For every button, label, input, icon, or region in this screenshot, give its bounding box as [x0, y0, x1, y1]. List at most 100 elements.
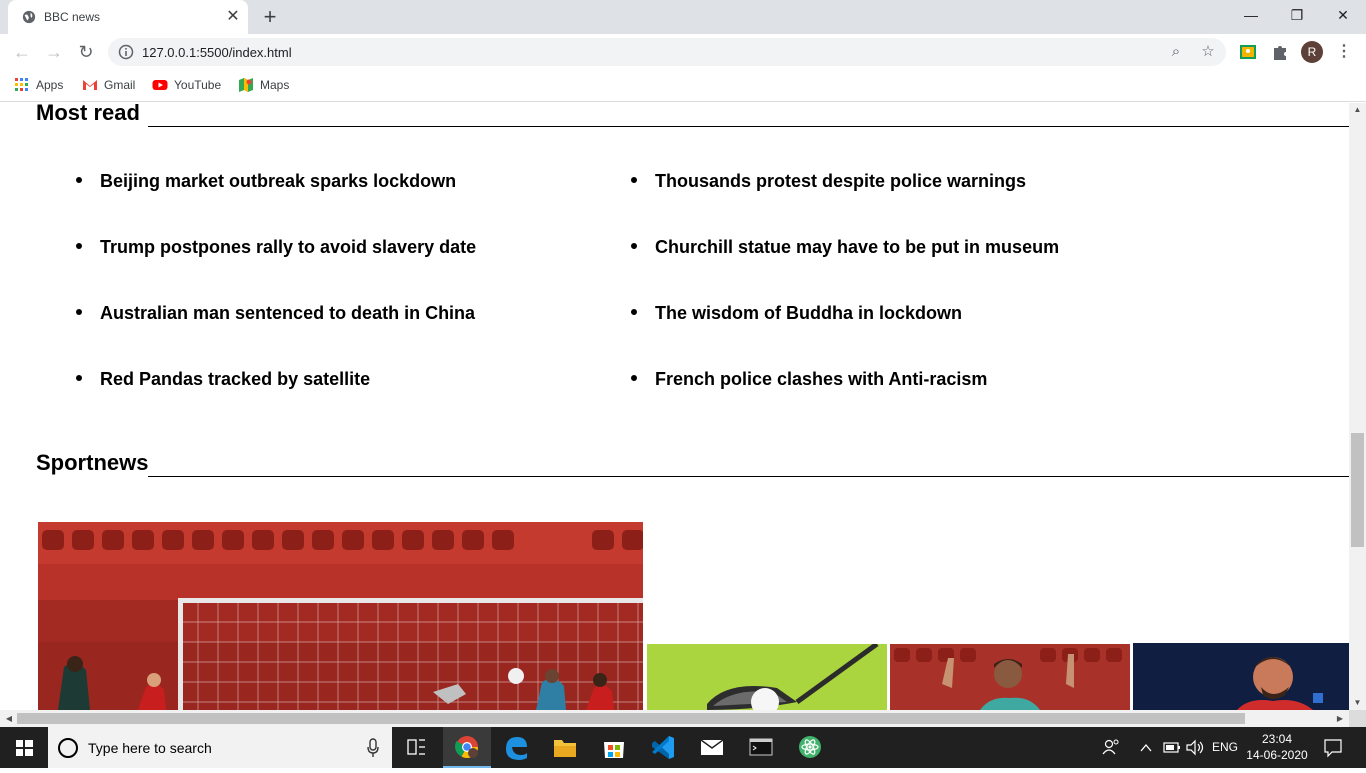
list-item[interactable]: Beijing market outbreak sparks lockdown	[76, 171, 456, 192]
bullet	[76, 243, 82, 250]
bookmark-gmail[interactable]: Gmail	[82, 77, 135, 95]
chrome-taskbar-app[interactable]	[443, 727, 491, 768]
headline-text: Red Pandas tracked by satellite	[100, 369, 371, 389]
horizontal-scroll-thumb[interactable]	[17, 713, 1245, 724]
most-read-divider	[148, 126, 1349, 127]
goalkeeper-photo[interactable]	[1133, 643, 1349, 710]
terminal-icon[interactable]	[737, 727, 785, 768]
headline-text: Beijing market outbreak sparks lockdown	[100, 171, 457, 191]
bookmark-label: Gmail	[104, 78, 136, 92]
chevron-up-icon[interactable]	[1138, 727, 1154, 768]
atom-icon[interactable]	[786, 727, 834, 768]
scroll-down-arrow-icon[interactable]: ▼	[1349, 696, 1366, 710]
bullet	[631, 243, 637, 250]
microsoft-store-icon[interactable]	[590, 727, 638, 768]
list-item[interactable]: Thousands protest despite police warning…	[631, 171, 1026, 192]
language-indicator[interactable]: ENG	[1212, 727, 1238, 768]
extensions-puzzle-icon[interactable]	[1270, 42, 1290, 62]
bullet	[631, 375, 637, 382]
most-read-heading: Most read	[36, 103, 140, 125]
vscode-icon[interactable]	[639, 727, 687, 768]
horizontal-scrollbar[interactable]: ◀ ▶	[0, 710, 1349, 727]
bullet	[76, 375, 82, 382]
reload-button[interactable]: ↻	[72, 38, 100, 66]
vertical-scroll-thumb[interactable]	[1351, 433, 1364, 547]
chrome-menu-icon[interactable]: ⋮	[1334, 42, 1354, 62]
close-tab-icon[interactable]: ✕	[224, 8, 242, 26]
minimize-button[interactable]: —	[1228, 4, 1274, 28]
sportnews-divider	[148, 476, 1349, 477]
headline-text: French police clashes with Anti-racism	[655, 369, 988, 389]
classroom-extension-icon[interactable]	[1238, 42, 1258, 62]
bullet	[76, 177, 82, 184]
restore-button[interactable]: ❐	[1274, 4, 1320, 28]
list-item[interactable]: French police clashes with Anti-racism	[631, 369, 987, 390]
notification-center-icon[interactable]	[1322, 727, 1344, 768]
windows-taskbar: Type here to search ENG 23:04 14-06-2020	[0, 727, 1366, 768]
browser-toolbar: ← → ↻ 127.0.0.1:5500/index.html ⌕ ☆ R ⋮	[0, 34, 1366, 70]
scroll-right-arrow-icon[interactable]: ▶	[1333, 710, 1347, 727]
close-window-button[interactable]: ✕	[1320, 4, 1366, 28]
scrollbar-corner	[1349, 710, 1366, 727]
chrome-icon	[455, 736, 478, 758]
clock-time: 23:04	[1261, 732, 1293, 746]
scroll-left-arrow-icon[interactable]: ◀	[2, 710, 16, 727]
list-item[interactable]: Red Pandas tracked by satellite	[76, 369, 370, 390]
edge-icon[interactable]	[492, 727, 540, 768]
golf-club-photo[interactable]	[647, 644, 887, 710]
bullet	[631, 177, 637, 184]
list-item[interactable]: Churchill statue may have to be put in m…	[631, 237, 1059, 258]
volume-icon[interactable]	[1184, 727, 1206, 768]
bullet	[76, 309, 82, 316]
new-tab-button[interactable]: +	[258, 6, 282, 30]
bookmark-label: Apps	[36, 78, 64, 92]
bookmark-star-icon[interactable]: ☆	[1198, 42, 1218, 62]
url-text: 127.0.0.1:5500/index.html	[142, 45, 292, 60]
headline-text: Trump postpones rally to avoid slavery d…	[100, 237, 477, 257]
search-placeholder: Type here to search	[88, 740, 212, 756]
headline-text: Churchill statue may have to be put in m…	[655, 237, 1060, 257]
gmail-icon	[83, 80, 97, 90]
battery-icon[interactable]	[1162, 727, 1182, 768]
apps-grid-icon	[15, 78, 28, 91]
tab-strip: BBC news ✕ + — ❐ ✕	[0, 0, 1366, 34]
forward-button[interactable]: →	[40, 38, 68, 66]
windows-start-icon[interactable]	[0, 727, 48, 768]
maps-icon	[239, 78, 253, 92]
headline-text: Australian man sentenced to death in Chi…	[100, 303, 476, 323]
zoom-icon[interactable]: ⌕	[1166, 42, 1186, 62]
tab-title: BBC news	[44, 10, 101, 24]
back-button[interactable]: ←	[8, 38, 36, 66]
cortana-icon	[58, 738, 78, 758]
bookmark-label: YouTube	[174, 78, 222, 92]
file-explorer-icon[interactable]	[541, 727, 589, 768]
list-item[interactable]: Trump postpones rally to avoid slavery d…	[76, 237, 476, 258]
browser-tab[interactable]: BBC news ✕	[8, 0, 248, 34]
mail-icon[interactable]	[688, 727, 736, 768]
scroll-up-arrow-icon[interactable]: ▲	[1349, 103, 1366, 117]
sportnews-heading: Sportnews	[36, 450, 149, 475]
messi-celebration-photo[interactable]	[890, 644, 1130, 710]
address-bar[interactable]: 127.0.0.1:5500/index.html ⌕ ☆	[108, 38, 1226, 66]
microphone-icon[interactable]	[366, 738, 380, 758]
bookmark-apps[interactable]: Apps	[14, 77, 63, 95]
youtube-icon	[152, 80, 168, 90]
bookmark-maps[interactable]: Maps	[238, 77, 289, 95]
list-item[interactable]: The wisdom of Buddha in lockdown	[631, 303, 962, 324]
bookmark-label: Maps	[260, 78, 290, 92]
vertical-scrollbar[interactable]: ▲ ▼	[1349, 103, 1366, 710]
globe-icon	[22, 10, 36, 24]
football-goal-photo[interactable]	[38, 522, 643, 710]
clock-date: 14-06-2020	[1246, 748, 1308, 762]
system-clock[interactable]: 23:04 14-06-2020	[1238, 731, 1316, 763]
info-icon[interactable]	[118, 44, 134, 60]
list-item[interactable]: Australian man sentenced to death in Chi…	[76, 303, 475, 324]
profile-avatar[interactable]: R	[1301, 41, 1323, 63]
page-viewport: Most read Beijing market outbreak sparks…	[0, 103, 1349, 710]
headline-text: The wisdom of Buddha in lockdown	[655, 303, 962, 323]
taskbar-search-box[interactable]: Type here to search	[48, 727, 392, 768]
bookmark-youtube[interactable]: YouTube	[152, 77, 221, 95]
task-view-icon[interactable]	[392, 727, 440, 768]
bullet	[631, 309, 637, 316]
people-icon[interactable]	[1100, 727, 1122, 768]
